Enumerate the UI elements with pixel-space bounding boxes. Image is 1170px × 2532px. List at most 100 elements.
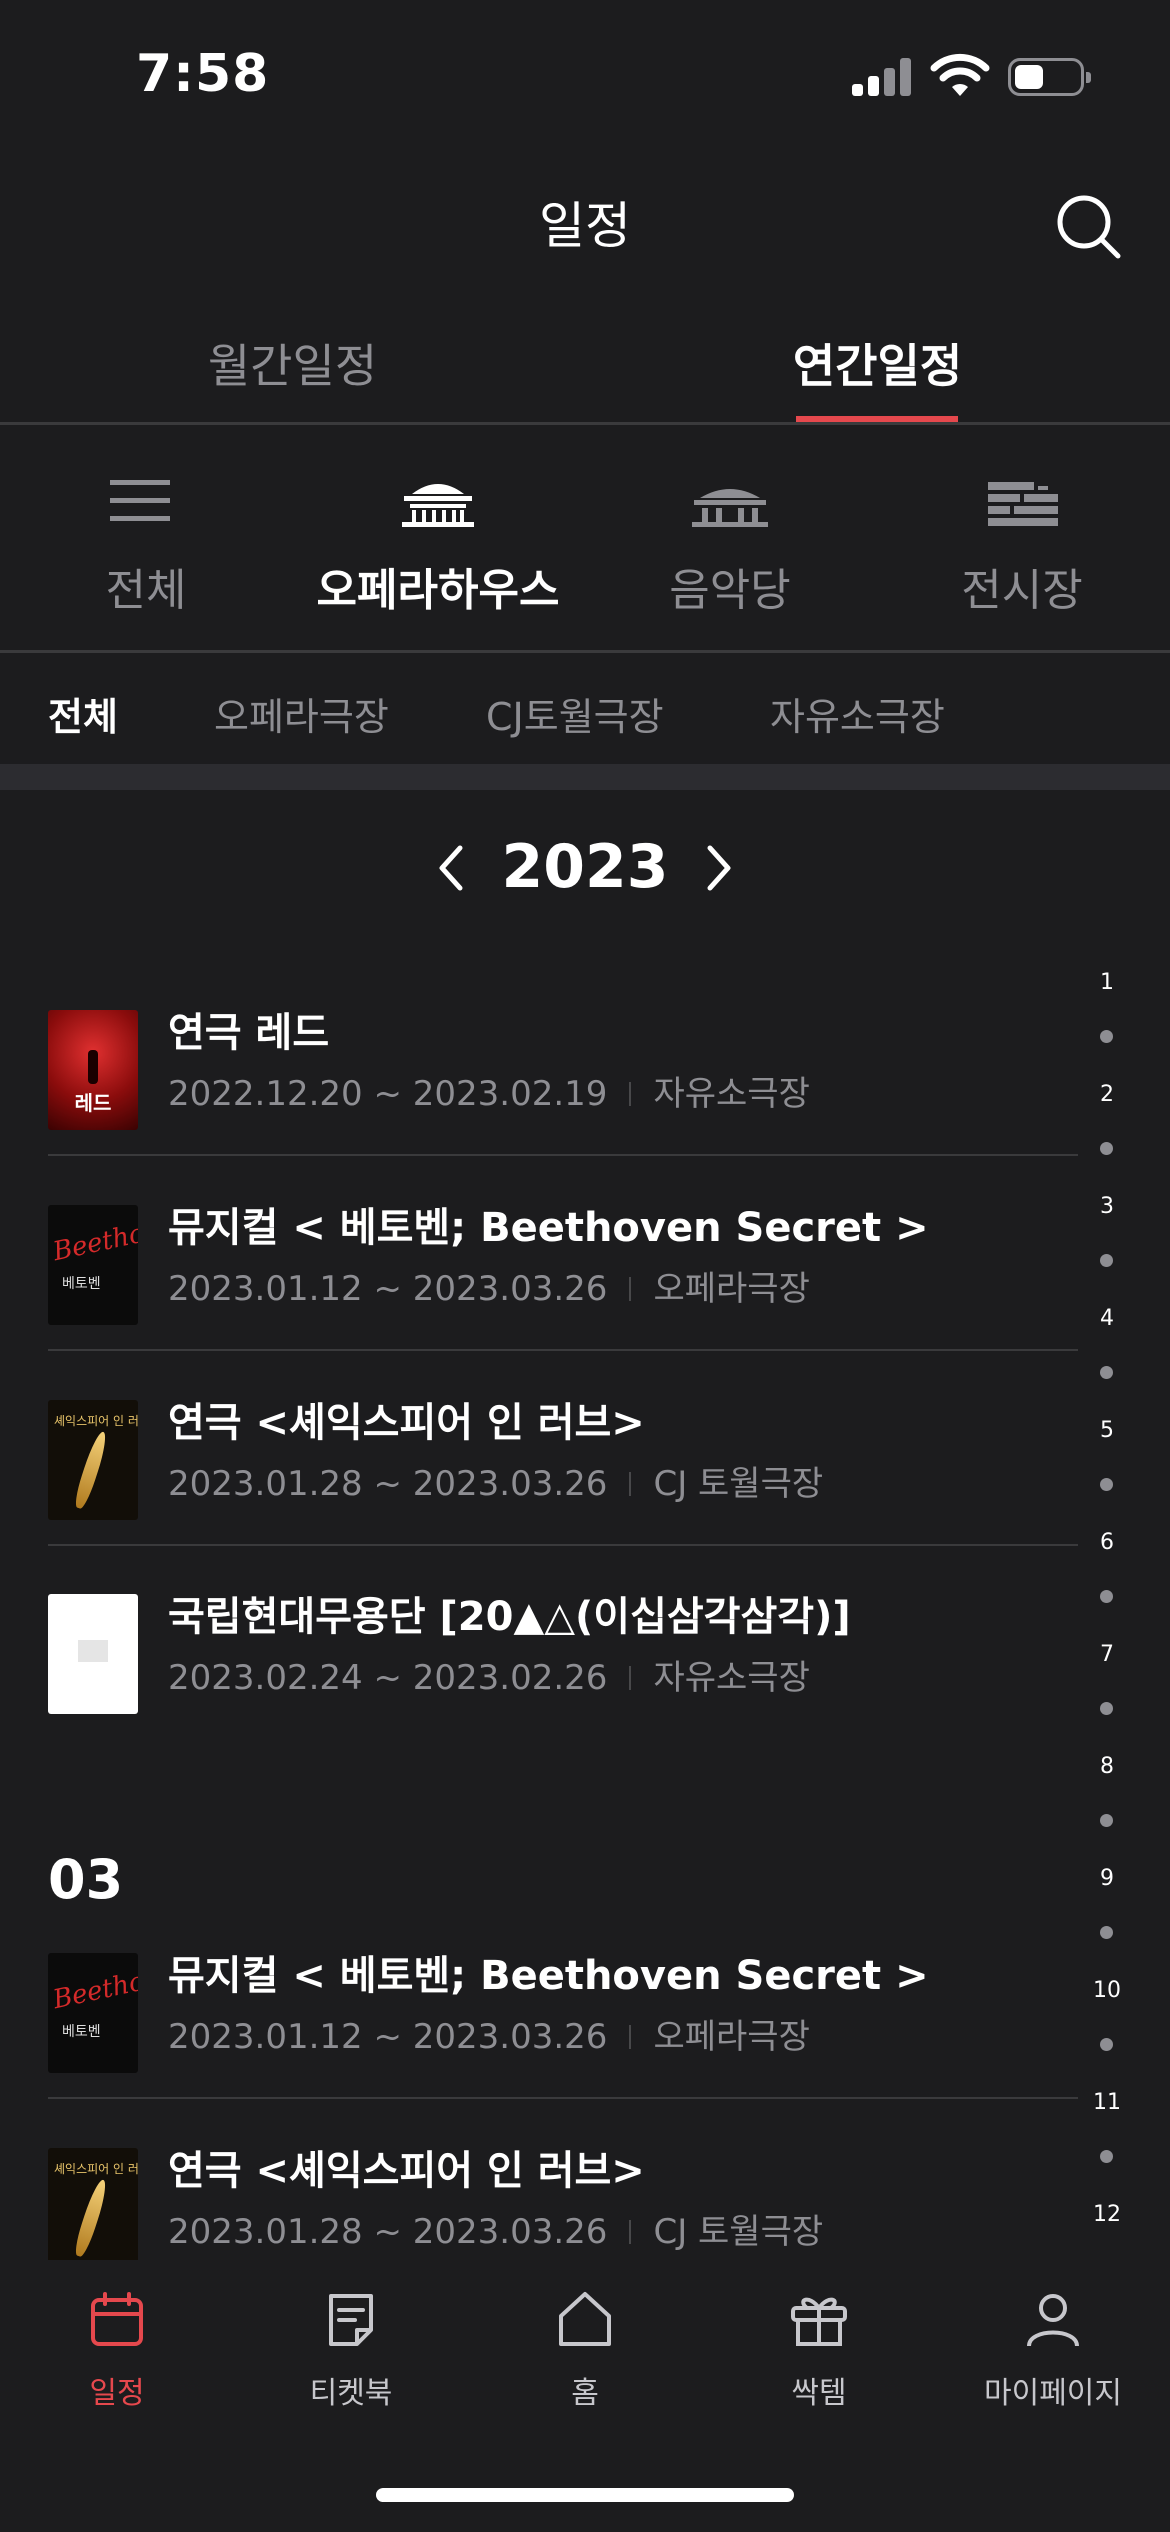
nav-label: 홈 (571, 2376, 599, 2411)
status-time: 7:58 (136, 44, 270, 104)
venue-all[interactable]: 전체 (0, 476, 292, 618)
nav-label: 마이페이지 (984, 2376, 1122, 2411)
month-index-dot (1100, 1702, 1113, 1715)
venue-label: 음악당 (669, 565, 791, 616)
cellular-signal-icon (852, 58, 914, 96)
home-indicator (376, 2488, 794, 2502)
event-title: 연극 <셰익스피어 인 러브> (168, 1400, 645, 1446)
event-venue: CJ 토월극장 (653, 2212, 824, 2252)
month-index-dot (1100, 1814, 1113, 1827)
search-icon[interactable] (1052, 190, 1124, 262)
month-index-dot (1100, 2150, 1113, 2163)
month-index-12[interactable]: 12 (1082, 2202, 1132, 2227)
nav-gift[interactable]: 싹템 (702, 2288, 936, 2412)
event-meta: 2023.01.12 ~ 2023.03.26 오페라극장 (168, 1261, 810, 1310)
event-dates: 2023.01.28 ~ 2023.03.26 (168, 2212, 608, 2252)
list-item[interactable]: 레드 연극 레드 2022.12.20 ~ 2023.02.19 자유소극장 (48, 962, 1078, 1156)
nav-mypage[interactable]: 마이페이지 (936, 2288, 1170, 2412)
month-section-header: 03 (48, 1848, 124, 1911)
subtab-cj-towol[interactable]: CJ토월극장 (486, 686, 664, 741)
month-index-dot (1100, 1478, 1113, 1491)
row-divider (48, 2097, 1078, 2099)
opera-house-icon (402, 484, 474, 527)
list-item[interactable]: Beethoven 베토벤 뮤지컬 < 베토벤; Beethoven Secret… (48, 1157, 1078, 1351)
chevron-left-icon[interactable] (430, 840, 470, 896)
gift-icon (791, 2297, 847, 2346)
poster-text: 레드 (74, 1091, 112, 1115)
poster-image (48, 1594, 138, 1714)
month-index-11[interactable]: 11 (1082, 2090, 1132, 2115)
concert-hall-icon (692, 489, 768, 527)
subtab-opera-theater[interactable]: 오페라극장 (214, 686, 389, 741)
subtab-jayu[interactable]: 자유소극장 (770, 686, 945, 741)
ticketbook-icon (329, 2294, 373, 2346)
calendar-icon (91, 2292, 143, 2346)
event-venue: 자유소극장 (653, 1074, 810, 1114)
venue-label: 오페라하우스 (316, 565, 560, 616)
event-meta: 2023.01.28 ~ 2023.03.26 CJ 토월극장 (168, 1456, 823, 1505)
month-index-dot (1100, 1142, 1113, 1155)
poster-text: 베토벤 (62, 1276, 101, 1292)
event-dates: 2023.02.24 ~ 2023.02.26 (168, 1658, 608, 1698)
venue-label: 전시장 (961, 565, 1083, 616)
event-meta: 2023.01.12 ~ 2023.03.26 오페라극장 (168, 2009, 810, 2058)
row-divider (48, 1349, 1078, 1351)
poster-text: 셰익스피어 인 러브 (54, 2162, 138, 2176)
nav-label: 싹템 (791, 2376, 847, 2411)
chevron-right-icon[interactable] (700, 840, 740, 896)
event-title: 연극 레드 (168, 1010, 330, 1056)
nav-label: 티켓북 (309, 2376, 393, 2411)
event-dates: 2023.01.12 ~ 2023.03.26 (168, 1269, 608, 1309)
month-index-2[interactable]: 2 (1082, 1082, 1132, 1107)
home-icon (559, 2292, 611, 2346)
month-index-3[interactable]: 3 (1082, 1194, 1132, 1219)
venue-divider (0, 650, 1170, 653)
event-dates: 2023.01.28 ~ 2023.03.26 (168, 1464, 608, 1504)
tabs-divider (0, 422, 1170, 425)
month-index-10[interactable]: 10 (1082, 1978, 1132, 2003)
event-title: 뮤지컬 < 베토벤; Beethoven Secret > (168, 1205, 929, 1251)
event-meta: 2022.12.20 ~ 2023.02.19 자유소극장 (168, 1066, 810, 1115)
venue-label: 전체 (105, 565, 187, 616)
event-meta: 2023.01.28 ~ 2023.03.26 CJ 토월극장 (168, 2204, 823, 2253)
month-index-dot (1100, 1926, 1113, 1939)
wifi-icon (930, 53, 990, 96)
event-venue: 자유소극장 (653, 1658, 810, 1698)
row-divider (48, 1154, 1078, 1156)
poster-text: 셰익스피어 인 러브 (54, 1414, 138, 1428)
section-separator (0, 764, 1170, 790)
venue-concert-hall[interactable]: 음악당 (584, 476, 876, 618)
list-item[interactable]: Beethoven 베토벤 뮤지컬 < 베토벤; Beethoven Secret… (48, 1905, 1078, 2099)
year-label: 2023 (501, 832, 669, 902)
list-item[interactable]: 국립현대무용단 [20▲△(이십삼각삼각)] 2023.02.24 ~ 2023… (48, 1546, 1078, 1740)
venue-opera-house[interactable]: 오페라하우스 (292, 476, 584, 618)
nav-ticketbook[interactable]: 티켓북 (234, 2288, 468, 2412)
month-index-6[interactable]: 6 (1082, 1530, 1132, 1555)
month-index-5[interactable]: 5 (1082, 1418, 1132, 1443)
poster-image: 셰익스피어 인 러브 (48, 2148, 138, 2268)
event-title: 국립현대무용단 [20▲△(이십삼각삼각)] (168, 1594, 851, 1640)
month-index-9[interactable]: 9 (1082, 1866, 1132, 1891)
event-dates: 2023.01.12 ~ 2023.03.26 (168, 2017, 608, 2057)
event-dates: 2022.12.20 ~ 2023.02.19 (168, 1074, 608, 1114)
month-index-8[interactable]: 8 (1082, 1754, 1132, 1779)
month-index-7[interactable]: 7 (1082, 1642, 1132, 1667)
nav-label: 일정 (89, 2376, 145, 2411)
poster-image: 레드 (48, 1010, 138, 1130)
nav-home[interactable]: 홈 (468, 2288, 702, 2412)
venue-gallery[interactable]: 전시장 (876, 476, 1168, 618)
month-index-4[interactable]: 4 (1082, 1306, 1132, 1331)
nav-schedule[interactable]: 일정 (0, 2288, 234, 2412)
list-item[interactable]: 셰익스피어 인 러브 연극 <셰익스피어 인 러브> 2023.01.28 ~ … (48, 1352, 1078, 1546)
list-icon (110, 480, 170, 521)
person-icon (1027, 2294, 1079, 2347)
poster-text: 베토벤 (62, 2024, 101, 2040)
subtab-all[interactable]: 전체 (48, 686, 118, 741)
month-index-dot (1100, 1254, 1113, 1267)
tab-monthly[interactable]: 월간일정 (0, 330, 585, 396)
poster-image: Beethoven 베토벤 (48, 1953, 138, 2073)
month-index-dot (1100, 1030, 1113, 1043)
tab-yearly[interactable]: 연간일정 (585, 330, 1170, 396)
month-index-1[interactable]: 1 (1082, 970, 1132, 995)
page-title: 일정 (539, 197, 631, 255)
